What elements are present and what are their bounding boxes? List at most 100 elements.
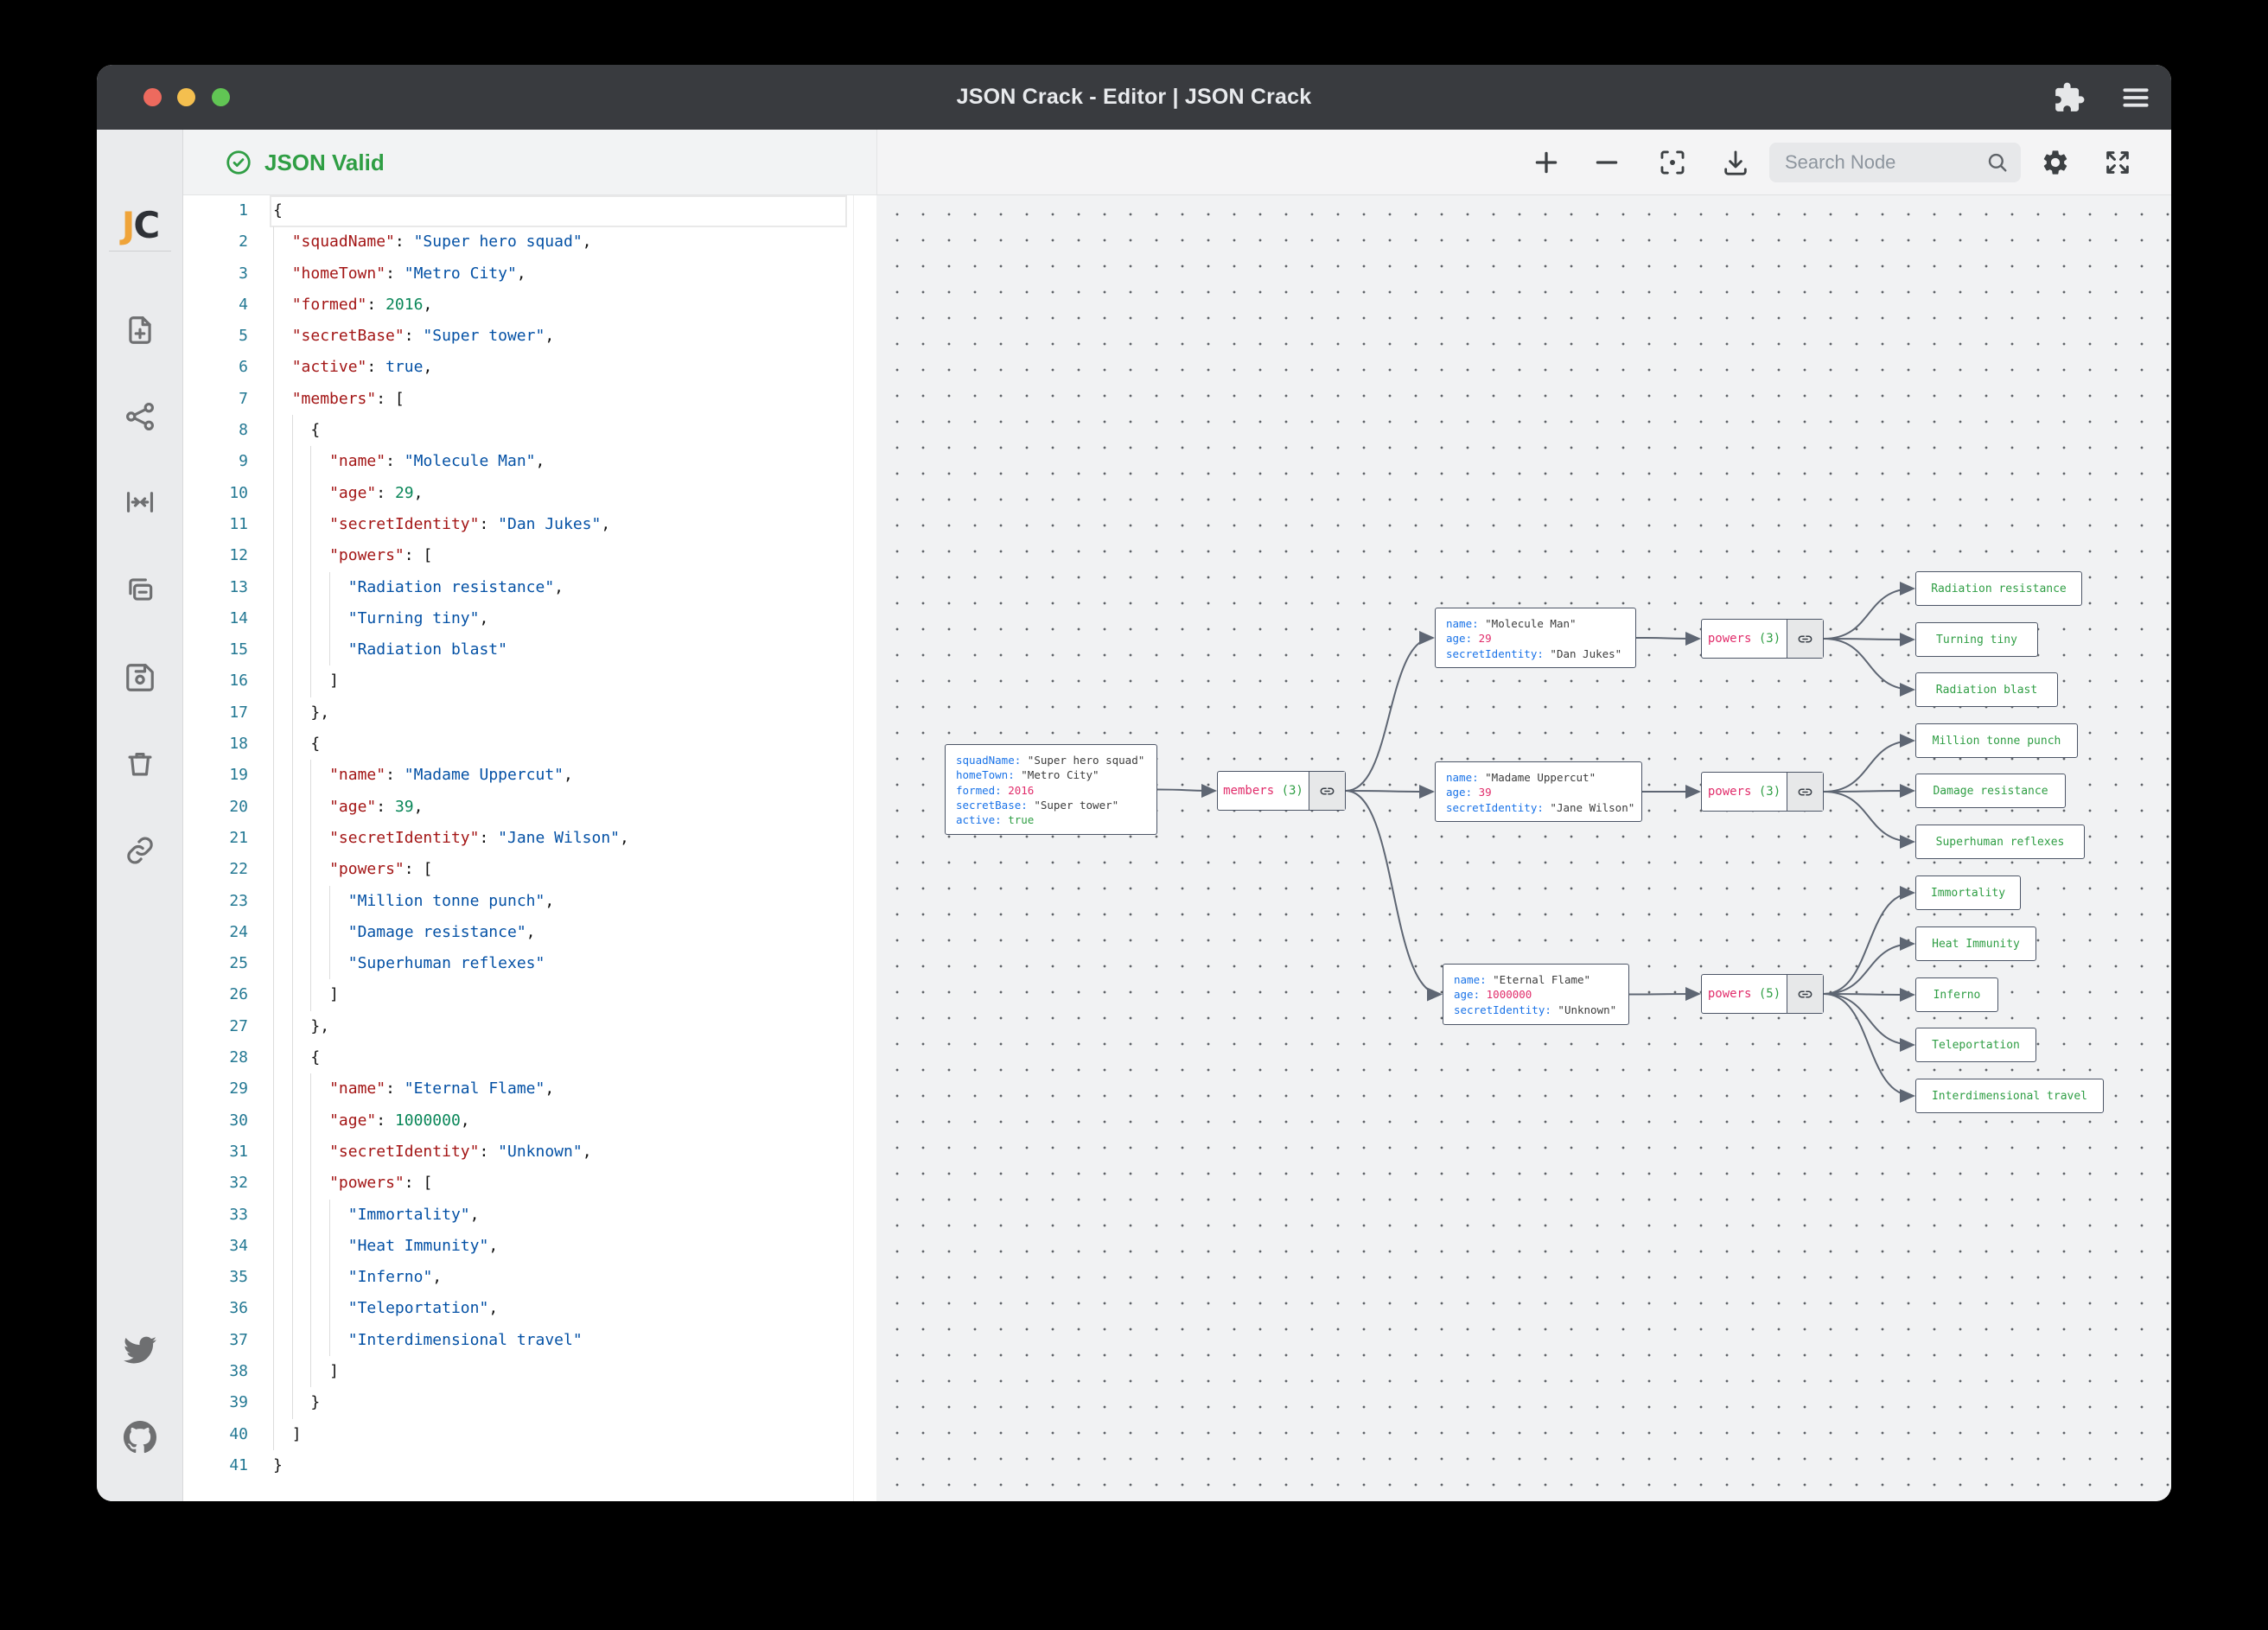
indent-guide — [292, 1137, 311, 1168]
github-icon[interactable] — [124, 1421, 156, 1454]
indent-guide — [273, 823, 292, 854]
code-line[interactable]: 12"powers": [ — [183, 540, 876, 571]
code-line[interactable]: 23"Million tonne punch", — [183, 886, 876, 917]
code-line[interactable]: 2"squadName": "Super hero squad", — [183, 226, 876, 258]
graph-array-node[interactable]: members (3) — [1217, 771, 1346, 811]
graph-object-node[interactable]: name: "Madame Uppercut"age: 39secretIden… — [1435, 761, 1642, 822]
search-icon[interactable] — [1986, 151, 2009, 174]
save-icon[interactable] — [124, 661, 156, 694]
code-line[interactable]: 13"Radiation resistance", — [183, 572, 876, 603]
code-line[interactable]: 20"age": 39, — [183, 792, 876, 823]
code-line[interactable]: 16] — [183, 665, 876, 697]
graph-value-node[interactable]: Radiation resistance — [1915, 571, 2082, 606]
code-line[interactable]: 1{ — [183, 195, 876, 226]
expand-collapse-link-icon[interactable] — [1787, 620, 1823, 658]
code-line[interactable]: 7"members": [ — [183, 384, 876, 415]
graph-icon[interactable] — [124, 400, 156, 433]
center-view-button[interactable] — [1658, 148, 1687, 177]
code-line[interactable]: 22"powers": [ — [183, 854, 876, 885]
graph-object-node[interactable]: squadName: "Super hero squad"homeTown: "… — [945, 744, 1157, 835]
code-line[interactable]: 18{ — [183, 729, 876, 760]
code-line[interactable]: 28{ — [183, 1042, 876, 1073]
graph-value-node[interactable]: Interdimensional travel — [1915, 1079, 2104, 1113]
graph-value-node[interactable]: Turning tiny — [1915, 622, 2038, 657]
graph-canvas[interactable]: squadName: "Super hero squad"homeTown: "… — [876, 195, 2171, 1501]
code-line[interactable]: 5"secretBase": "Super tower", — [183, 321, 876, 352]
code-line[interactable]: 9"name": "Molecule Man", — [183, 446, 876, 477]
fullscreen-button[interactable] — [2103, 148, 2132, 177]
expand-collapse-link-icon[interactable] — [1787, 773, 1823, 811]
app-logo[interactable]: JC — [97, 204, 183, 246]
graph-array-node[interactable]: powers (5) — [1701, 974, 1824, 1014]
code-line[interactable]: 37"Interdimensional travel" — [183, 1325, 876, 1356]
code-line[interactable]: 27}, — [183, 1011, 876, 1042]
code-line[interactable]: 14"Turning tiny", — [183, 603, 876, 634]
collapse-icon[interactable] — [124, 486, 156, 519]
graph-value-node[interactable]: Inferno — [1915, 977, 1998, 1012]
copy-icon[interactable] — [124, 573, 156, 606]
code-editor[interactable]: 1{2"squadName": "Super hero squad",3"hom… — [183, 195, 876, 1501]
code-line[interactable]: 41} — [183, 1450, 876, 1481]
code-line[interactable]: 24"Damage resistance", — [183, 917, 876, 948]
twitter-icon[interactable] — [124, 1334, 156, 1366]
code-line[interactable]: 40] — [183, 1419, 876, 1450]
expand-collapse-link-icon[interactable] — [1787, 975, 1823, 1013]
code-line[interactable]: 31"secretIdentity": "Unknown", — [183, 1137, 876, 1168]
code-line[interactable]: 33"Immortality", — [183, 1200, 876, 1231]
expand-collapse-link-icon[interactable] — [1309, 772, 1345, 810]
code-line[interactable]: 36"Teleportation", — [183, 1293, 876, 1324]
code-line[interactable]: 32"powers": [ — [183, 1168, 876, 1199]
code-line[interactable]: 11"secretIdentity": "Dan Jukes", — [183, 509, 876, 540]
indent-guide — [273, 446, 292, 477]
graph-value-node[interactable]: Immortality — [1915, 875, 2021, 910]
line-number: 14 — [183, 603, 248, 634]
code-line[interactable]: 19"name": "Madame Uppercut", — [183, 760, 876, 791]
graph-array-node[interactable]: powers (3) — [1701, 772, 1824, 812]
download-button[interactable] — [1721, 148, 1750, 177]
code-line[interactable]: 6"active": true, — [183, 352, 876, 383]
code-line[interactable]: 3"homeTown": "Metro City", — [183, 258, 876, 290]
code-line[interactable]: 10"age": 29, — [183, 478, 876, 509]
indent-guide — [292, 886, 311, 917]
code-line[interactable]: 34"Heat Immunity", — [183, 1231, 876, 1262]
search-node-input[interactable] — [1785, 143, 1975, 182]
editor-panel: JSON Valid 1{2"squadName": "Super hero s… — [183, 130, 876, 1501]
delete-icon[interactable] — [124, 748, 156, 780]
graph-value-node[interactable]: Radiation blast — [1915, 672, 2058, 707]
code-line[interactable]: 8{ — [183, 415, 876, 446]
code-line[interactable]: 25"Superhuman reflexes" — [183, 948, 876, 979]
code-token: "Turning tiny" — [348, 603, 480, 634]
code-line[interactable]: 35"Inferno", — [183, 1262, 876, 1293]
link-icon[interactable] — [124, 834, 156, 867]
zoom-out-button[interactable] — [1592, 148, 1621, 177]
menu-icon[interactable] — [2119, 81, 2152, 114]
code-line[interactable]: 4"formed": 2016, — [183, 290, 876, 321]
code-line[interactable]: 26] — [183, 979, 876, 1010]
zoom-in-button[interactable] — [1532, 148, 1561, 177]
code-line[interactable]: 17}, — [183, 697, 876, 729]
code-line[interactable]: 38] — [183, 1356, 876, 1387]
graph-value-node[interactable]: Teleportation — [1915, 1028, 2036, 1062]
code-line[interactable]: 29"name": "Eternal Flame", — [183, 1073, 876, 1105]
graph-value-node[interactable]: Superhuman reflexes — [1915, 825, 2085, 859]
node-property: squadName: "Super hero squad" — [956, 753, 1146, 767]
graph-object-node[interactable]: name: "Eternal Flame"age: 1000000secretI… — [1443, 964, 1629, 1025]
code-token: : — [385, 760, 405, 791]
code-line[interactable]: 39} — [183, 1387, 876, 1418]
indent-guide — [292, 572, 311, 603]
extensions-icon[interactable] — [2053, 81, 2086, 114]
code-line[interactable]: 30"age": 1000000, — [183, 1105, 876, 1137]
settings-button[interactable] — [2041, 148, 2070, 177]
graph-value-node[interactable]: Damage resistance — [1915, 774, 2066, 808]
line-number: 13 — [183, 572, 248, 603]
graph-value-node[interactable]: Heat Immunity — [1915, 926, 2036, 961]
json-valid-status: JSON Valid — [264, 130, 385, 195]
new-document-icon[interactable] — [124, 314, 156, 347]
graph-object-node[interactable]: name: "Molecule Man"age: 29secretIdentit… — [1435, 608, 1636, 668]
code-line[interactable]: 15"Radiation blast" — [183, 634, 876, 665]
graph-array-node[interactable]: powers (3) — [1701, 619, 1824, 659]
code-line[interactable]: 21"secretIdentity": "Jane Wilson", — [183, 823, 876, 854]
graph-value-node[interactable]: Million tonne punch — [1915, 723, 2078, 758]
app-window: JSON Crack - Editor | JSON Crack JC JSON… — [97, 65, 2171, 1501]
code-token: , — [488, 1231, 498, 1262]
